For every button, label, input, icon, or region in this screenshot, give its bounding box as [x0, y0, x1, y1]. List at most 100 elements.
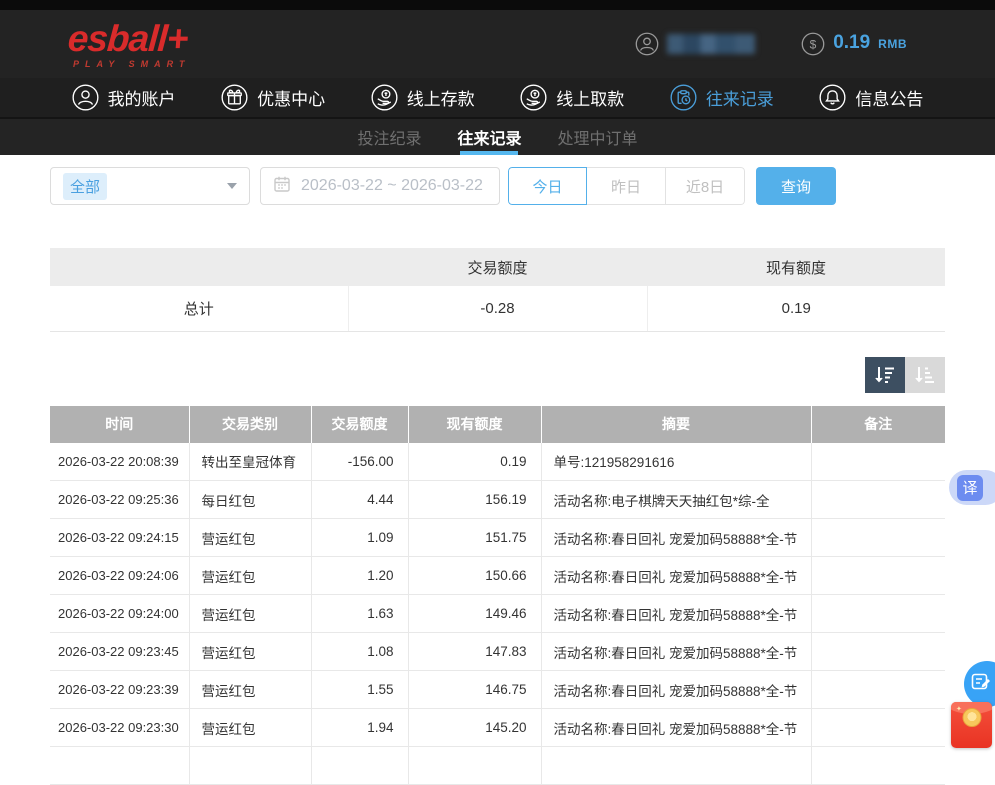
quick-range-group: 今日 昨日 近8日	[508, 167, 745, 205]
table-cell: 2026-03-22 09:24:00	[50, 595, 189, 633]
table-cell	[811, 671, 945, 709]
table-header-row: 时间 交易类别 交易额度 现有额度 摘要 备注	[50, 406, 945, 443]
nav-item-deposit[interactable]: 线上存款	[371, 84, 475, 111]
table-cell	[311, 747, 408, 785]
calendar-icon	[273, 175, 291, 198]
table-cell: 146.75	[408, 671, 541, 709]
subtab-label: 处理中订单	[558, 125, 638, 149]
table-cell	[811, 443, 945, 481]
subtab-transaction-records[interactable]: 往来记录	[453, 119, 525, 155]
table-row: 2026-03-22 20:08:39转出至皇冠体育-156.000.19单号:…	[50, 443, 945, 481]
table-cell: 2026-03-22 09:23:39	[50, 671, 189, 709]
transactions-body: 2026-03-22 20:08:39转出至皇冠体育-156.000.19单号:…	[50, 443, 945, 785]
summary-total-label: 总计	[50, 286, 348, 331]
table-cell: 2026-03-22 09:25:36	[50, 481, 189, 519]
transactions-table: 时间 交易类别 交易额度 现有额度 摘要 备注 2026-03-22 20:08…	[50, 406, 945, 785]
balance[interactable]: $ 0.19 RMB	[801, 32, 907, 56]
table-cell: 2026-03-22 09:24:06	[50, 557, 189, 595]
nav-item-records[interactable]: 往来记录	[670, 84, 774, 111]
nav-label: 优惠中心	[257, 85, 325, 110]
summary-balance-total: 0.19	[647, 286, 945, 331]
table-cell: 147.83	[408, 633, 541, 671]
balance-amount: 0.19	[833, 32, 870, 54]
nav-label: 往来记录	[706, 85, 774, 110]
translate-widget[interactable]: 译	[949, 470, 995, 505]
table-cell: 2026-03-22 09:23:30	[50, 709, 189, 747]
sort-descending-button[interactable]	[865, 357, 905, 393]
nav-label: 我的账户	[108, 85, 176, 110]
nav-label: 信息公告	[855, 85, 923, 110]
table-cell: 1.20	[311, 557, 408, 595]
column-header-amount: 交易额度	[311, 406, 408, 443]
type-select[interactable]: 全部	[50, 167, 250, 205]
table-cell: 145.20	[408, 709, 541, 747]
subnav: 投注纪录 往来记录 处理中订单	[0, 117, 995, 155]
table-cell	[811, 519, 945, 557]
user-account[interactable]	[635, 32, 755, 56]
table-cell	[811, 557, 945, 595]
table-cell: 营运红包	[189, 671, 311, 709]
table-cell: 2026-03-22 09:24:15	[50, 519, 189, 557]
table-cell	[811, 481, 945, 519]
edit-note-icon	[970, 671, 992, 698]
table-cell	[811, 633, 945, 671]
summary-total-row: 总计 -0.28 0.19	[50, 286, 945, 331]
column-header-summary: 摘要	[541, 406, 811, 443]
table-cell: 活动名称:春日回礼 宠爱加码58888*全-节	[541, 557, 811, 595]
range-button-yesterday[interactable]: 昨日	[587, 167, 666, 205]
table-cell: 0.19	[408, 443, 541, 481]
date-range-value: 2026-03-22 ~ 2026-03-22	[301, 177, 483, 195]
logo[interactable]: esball+ PLAY SMART	[68, 20, 191, 69]
gift-icon	[221, 84, 248, 111]
content: 全部 2026-03-22 ~ 2026-03-22 今日 昨日 近8日 查询	[0, 155, 995, 785]
deposit-icon	[371, 84, 398, 111]
summary-header-row: 交易额度 现有额度	[50, 248, 945, 286]
red-envelope-widget[interactable]: ✦	[951, 702, 992, 748]
subtab-bet-records[interactable]: 投注纪录	[353, 119, 425, 155]
table-cell	[189, 747, 311, 785]
user-icon	[72, 84, 99, 111]
nav-item-promotions[interactable]: 优惠中心	[221, 84, 325, 111]
table-cell: 活动名称:春日回礼 宠爱加码58888*全-节	[541, 709, 811, 747]
table-cell	[541, 747, 811, 785]
table-row: 2026-03-22 09:25:36每日红包4.44156.19活动名称:电子…	[50, 481, 945, 519]
table-cell: 活动名称:春日回礼 宠爱加码58888*全-节	[541, 671, 811, 709]
summary-header-transaction: 交易额度	[348, 248, 647, 286]
logo-text: esball+	[67, 20, 192, 57]
filter-row: 全部 2026-03-22 ~ 2026-03-22 今日 昨日 近8日 查询	[50, 167, 945, 205]
records-icon	[670, 84, 697, 111]
table-cell: 156.19	[408, 481, 541, 519]
main-nav: 我的账户 优惠中心 线上存款	[0, 78, 995, 117]
summary-header-empty	[50, 248, 348, 286]
date-range-input[interactable]: 2026-03-22 ~ 2026-03-22	[260, 167, 500, 205]
subtab-pending-orders[interactable]: 处理中订单	[554, 119, 642, 155]
table-cell: 149.46	[408, 595, 541, 633]
nav-item-my-account[interactable]: 我的账户	[72, 84, 176, 111]
bell-icon	[819, 84, 846, 111]
range-button-today[interactable]: 今日	[508, 167, 587, 205]
table-cell: 转出至皇冠体育	[189, 443, 311, 481]
summary-transaction-total: -0.28	[348, 286, 647, 331]
table-cell: 1.08	[311, 633, 408, 671]
table-cell: -156.00	[311, 443, 408, 481]
range-button-last8days[interactable]: 近8日	[666, 167, 745, 205]
sort-ascending-button[interactable]	[905, 357, 945, 393]
nav-item-withdraw[interactable]: 线上取款	[520, 84, 624, 111]
nav-label: 线上取款	[556, 85, 624, 110]
table-cell: 营运红包	[189, 595, 311, 633]
table-cell: 151.75	[408, 519, 541, 557]
top-strip	[0, 0, 995, 10]
table-row: 2026-03-22 09:23:45营运红包1.08147.83活动名称:春日…	[50, 633, 945, 671]
svg-text:$: $	[810, 37, 817, 51]
column-header-balance: 现有额度	[408, 406, 541, 443]
balance-currency: RMB	[878, 37, 907, 51]
nav-item-announcements[interactable]: 信息公告	[819, 84, 923, 111]
table-row: 2026-03-22 09:24:06营运红包1.20150.66活动名称:春日…	[50, 557, 945, 595]
table-cell	[50, 747, 189, 785]
search-button[interactable]: 查询	[756, 167, 836, 205]
table-row: 2026-03-22 09:24:15营运红包1.09151.75活动名称:春日…	[50, 519, 945, 557]
nav-label: 线上存款	[407, 85, 475, 110]
table-cell: 活动名称:春日回礼 宠爱加码58888*全-节	[541, 519, 811, 557]
gold-coin-icon	[962, 708, 981, 727]
table-cell: 活动名称:春日回礼 宠爱加码58888*全-节	[541, 595, 811, 633]
